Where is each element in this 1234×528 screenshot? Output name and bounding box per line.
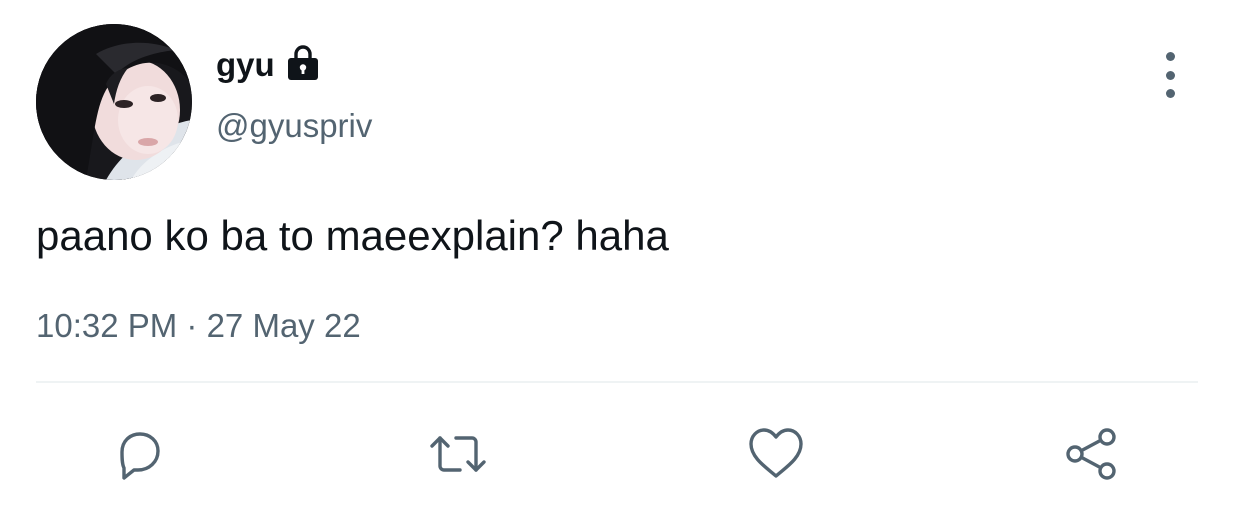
- author-handle[interactable]: @gyuspriv: [216, 106, 372, 146]
- tweet-time[interactable]: 10:32 PM: [36, 307, 177, 344]
- retweet-icon: [430, 436, 486, 472]
- like-button[interactable]: [746, 424, 806, 484]
- share-button[interactable]: [1062, 424, 1122, 484]
- tweet-date[interactable]: 27 May 22: [207, 307, 361, 344]
- timestamp-row: 10:32 PM · 27 May 22: [36, 304, 361, 348]
- more-vertical-icon-dot: [1165, 70, 1175, 80]
- reply-icon: [120, 432, 160, 480]
- divider: [36, 381, 1198, 383]
- share-icon: [1066, 428, 1116, 480]
- more-options-button[interactable]: [1152, 52, 1188, 98]
- author-name-row: gyu: [216, 40, 321, 88]
- display-name[interactable]: gyu: [216, 48, 275, 81]
- reply-button[interactable]: [110, 424, 170, 484]
- retweet-button[interactable]: [428, 424, 488, 484]
- avatar[interactable]: [36, 24, 192, 180]
- heart-icon: [749, 428, 803, 478]
- timestamp-separator: ·: [177, 307, 207, 344]
- avatar-image: [36, 24, 192, 180]
- tweet-card: gyu @gyuspriv paano ko ba to maeexplain?…: [0, 0, 1234, 528]
- more-vertical-icon: [1165, 52, 1175, 61]
- tweet-text: paano ko ba to maeexplain? haha: [36, 212, 669, 259]
- more-vertical-icon-dot: [1165, 89, 1175, 98]
- lock-icon: [285, 44, 321, 84]
